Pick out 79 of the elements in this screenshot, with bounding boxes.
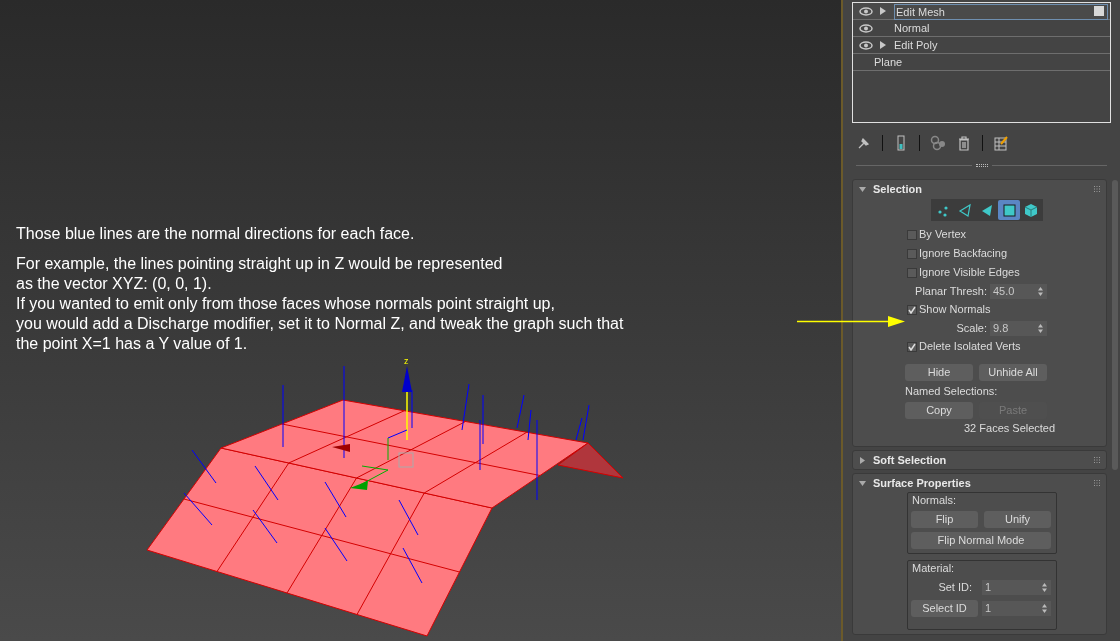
checkbox-label: Delete Isolated Verts	[919, 339, 1021, 355]
rollout-header[interactable]: Selection	[853, 180, 1106, 198]
trash-icon[interactable]	[956, 135, 972, 151]
check-icon	[908, 342, 916, 351]
checkbox-label: Ignore Visible Edges	[919, 265, 1020, 281]
grip-icon[interactable]	[1094, 186, 1100, 192]
modifier-label: Normal	[894, 21, 930, 35]
collapse-arrow-icon[interactable]	[859, 186, 866, 193]
square-icon	[1094, 6, 1104, 16]
button[interactable]: Unhide All	[979, 364, 1047, 381]
checkbox[interactable]	[907, 229, 917, 240]
spinner-arrows-icon[interactable]	[1042, 582, 1047, 592]
plane-handle-lines[interactable]	[361, 429, 408, 471]
modifier-label: Edit Mesh	[894, 4, 1108, 20]
field-label: Planar Thresh:	[915, 283, 987, 299]
rollout-title: Soft Selection	[873, 452, 947, 468]
group-label: Material:	[911, 561, 956, 575]
configure-icon[interactable]	[993, 135, 1009, 151]
button[interactable]: Flip	[911, 511, 978, 528]
modifier-item[interactable]: Plane	[853, 54, 1110, 71]
button[interactable]: Unify	[984, 511, 1051, 528]
grip-icon[interactable]	[1094, 480, 1100, 486]
rollout-header[interactable]: Soft Selection	[853, 451, 1106, 469]
field-label: Scale:	[956, 320, 987, 336]
checkbox[interactable]	[907, 248, 917, 259]
spinner-field[interactable]: 1	[982, 579, 1051, 595]
eye-icon[interactable]	[859, 24, 873, 33]
checkbox-label: Ignore Backfacing	[919, 246, 1008, 262]
status-text: 32 Faces Selected	[963, 421, 1057, 436]
z-axis-arrow[interactable]	[402, 366, 412, 441]
annotation-text: For example, the lines pointing straight up in Z would be represented as the vector XYZ: (0, 0, 1). If you wanted to emit only from those faces whose normals point straight up, you would add a Discharge modifier, set it to Normal Z, and tweak the graph such that the point X=1 has a Y value of 1.	[16, 254, 624, 354]
button[interactable]: Copy	[905, 402, 973, 419]
spinner-value: 45.0	[993, 284, 1015, 297]
y-axis-arrow[interactable]	[350, 469, 389, 490]
rollout-header[interactable]: Surface Properties	[853, 474, 1106, 492]
checkbox-label: Show Normals	[919, 302, 991, 318]
checkbox[interactable]	[907, 341, 917, 352]
make-unique-icon[interactable]	[930, 135, 946, 151]
spinner-arrows-icon[interactable]	[1038, 323, 1043, 333]
spinner-field[interactable]: 9.8	[990, 320, 1047, 336]
collapse-arrow-icon[interactable]	[859, 457, 866, 464]
modifier-label: Plane	[874, 55, 903, 69]
check-icon	[908, 305, 916, 314]
modifier-item[interactable]: Edit Mesh	[853, 3, 1110, 20]
modifier-item[interactable]: Normal	[853, 20, 1110, 37]
button[interactable]: Flip Normal Mode	[911, 532, 1051, 549]
checkbox[interactable]	[907, 267, 917, 278]
rollout-title: Selection	[873, 181, 922, 197]
spinner-arrows-icon[interactable]	[1038, 286, 1043, 296]
polygon-level-icon	[1000, 202, 1017, 218]
spinner-value: 1	[985, 580, 992, 593]
group-label: Normals:	[911, 493, 957, 507]
annotation-text: Those blue lines are the normal directions for each face.	[16, 224, 415, 244]
expand-arrow-icon[interactable]	[880, 41, 886, 49]
expand-arrow-icon[interactable]	[880, 7, 886, 15]
resize-handle[interactable]	[975, 164, 988, 167]
button[interactable]: Hide	[905, 364, 973, 381]
field-label: Set ID:	[938, 580, 972, 595]
axis-label: z	[404, 357, 409, 366]
element-level-icon	[1022, 202, 1039, 218]
x-axis-arrow[interactable]	[332, 444, 350, 452]
section-label: Named Selections:	[904, 384, 999, 399]
spinner-value: 1	[985, 601, 992, 614]
spinner-field[interactable]: 45.0	[990, 283, 1047, 299]
eye-icon[interactable]	[859, 41, 873, 50]
eye-icon[interactable]	[859, 7, 873, 16]
checkbox[interactable]	[907, 304, 917, 315]
spinner-arrows-icon[interactable]	[1042, 603, 1047, 613]
modifier-item[interactable]: Edit Poly	[853, 37, 1110, 54]
button[interactable]: Select ID	[911, 599, 978, 617]
sub-object-level-button[interactable]	[997, 200, 1020, 220]
rollout-title: Surface Properties	[873, 475, 971, 491]
spinner-field[interactable]: 1	[982, 600, 1051, 616]
grip-icon[interactable]	[1094, 457, 1100, 463]
spinner-value: 9.8	[993, 321, 1009, 334]
collapse-arrow-icon[interactable]	[859, 480, 866, 487]
checkbox-label: By Vertex	[919, 227, 967, 243]
modifier-label: Edit Poly	[894, 38, 938, 52]
plane-handle-square[interactable]	[398, 452, 414, 468]
